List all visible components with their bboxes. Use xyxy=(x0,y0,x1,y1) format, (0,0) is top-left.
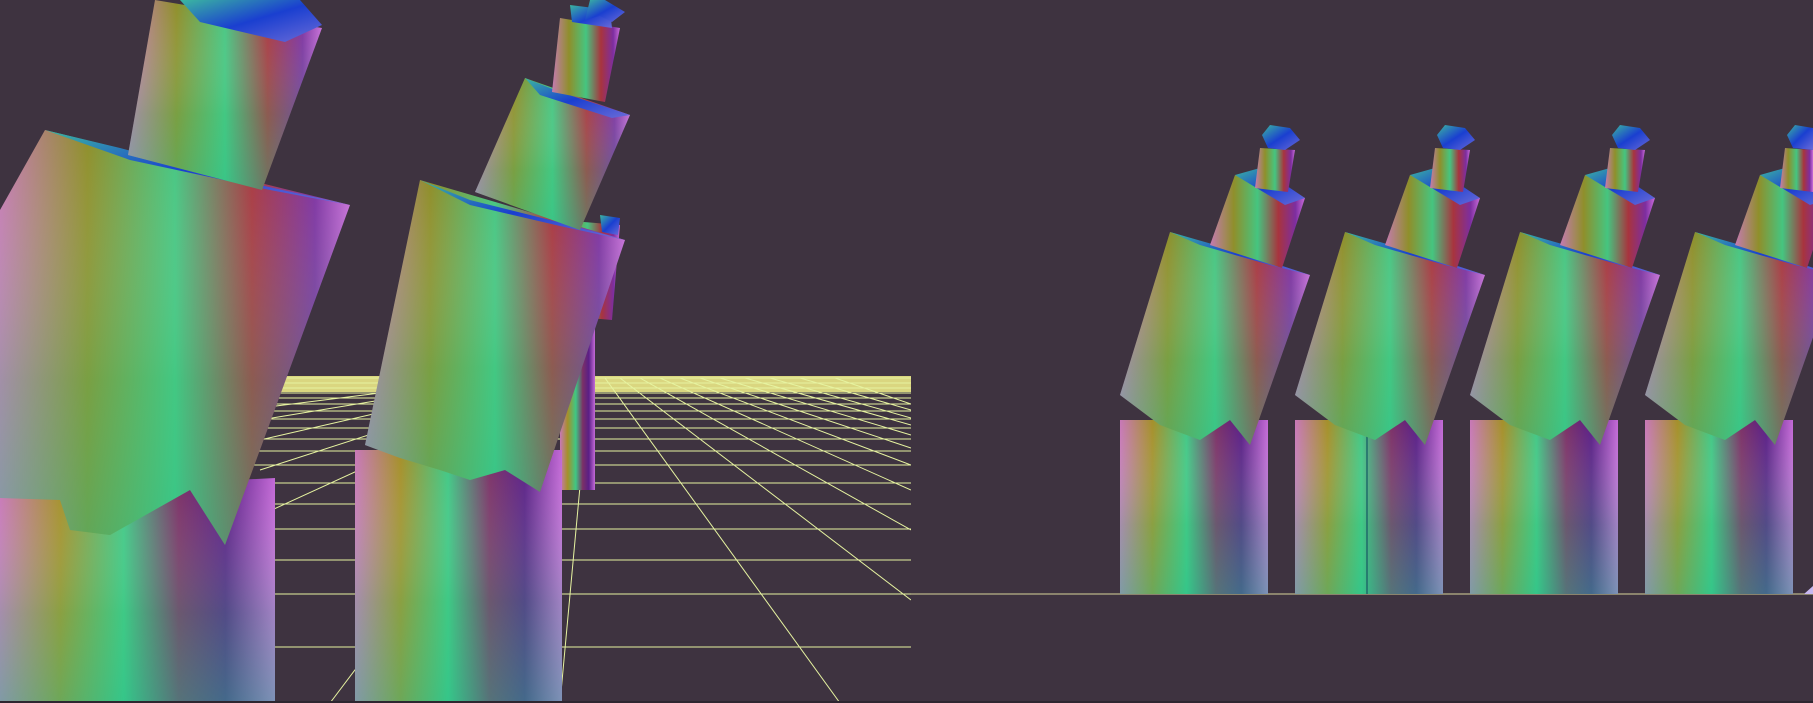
tower-1[interactable] xyxy=(1120,125,1310,594)
axis-marker xyxy=(1804,586,1813,594)
tower-2[interactable] xyxy=(1295,125,1485,594)
tower-4[interactable] xyxy=(1645,125,1813,594)
tower-near[interactable] xyxy=(0,0,350,703)
tower-3[interactable] xyxy=(1470,125,1660,594)
perspective-viewport[interactable] xyxy=(0,0,911,703)
3d-viewport[interactable] xyxy=(0,0,1813,703)
orthographic-viewport[interactable] xyxy=(911,125,1813,595)
